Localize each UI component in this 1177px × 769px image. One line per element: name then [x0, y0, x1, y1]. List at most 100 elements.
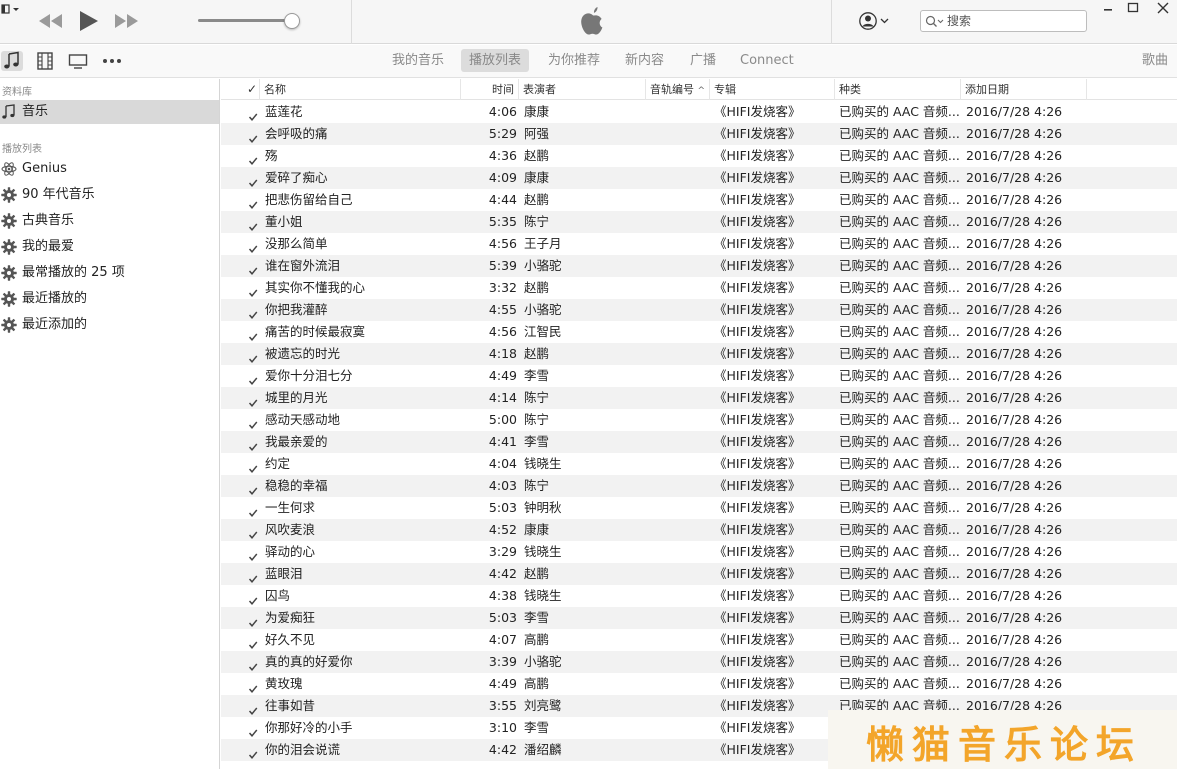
song-checkbox[interactable] [248, 503, 258, 517]
song-checkbox[interactable] [248, 569, 258, 583]
table-row[interactable]: 董小姐 5:35 陈宁 《HIFI发烧客》 已购买的 AAC 音频... 2016/7/2… [221, 211, 1177, 233]
tab-for-you[interactable]: 为你推荐 [540, 49, 608, 72]
song-checkbox[interactable] [248, 195, 258, 209]
table-row[interactable]: 蓝莲花 4:06 康康 《HIFI发烧客》 已购买的 AAC 音频... 2016/7/2… [221, 101, 1177, 123]
minimize-icon[interactable] [1101, 2, 1115, 14]
column-header-name[interactable]: 名称 [260, 79, 461, 100]
smart-playlist-gear-icon [1, 213, 17, 229]
table-row[interactable]: 好久不见 4:07 高鹏 《HIFI发烧客》 已购买的 AAC 音频... 2016/7/… [221, 629, 1177, 651]
song-checkbox[interactable] [248, 239, 258, 253]
table-row[interactable]: 我最亲爱的 4:41 李雪 《HIFI发烧客》 已购买的 AAC 音频... 2016/7… [221, 431, 1177, 453]
song-checkbox[interactable] [248, 129, 258, 143]
song-checkbox[interactable] [248, 107, 258, 121]
song-checkbox[interactable] [248, 745, 258, 759]
sidebar-item-playlist[interactable]: 最近播放的 [0, 287, 219, 311]
volume-slider[interactable] [198, 19, 291, 22]
song-genre: 已购买的 AAC 音频... [839, 500, 959, 515]
tab-new[interactable]: 新内容 [617, 49, 672, 72]
table-row[interactable]: 爱碎了痴心 4:09 康康 《HIFI发烧客》 已购买的 AAC 音频... 2016/7… [221, 167, 1177, 189]
account-icon[interactable] [858, 11, 892, 31]
view-selector[interactable]: 歌曲 [1142, 49, 1168, 72]
play-icon[interactable] [77, 9, 101, 33]
search-box[interactable] [920, 10, 1087, 32]
song-checkbox[interactable] [248, 173, 258, 187]
next-track-icon[interactable] [113, 9, 141, 33]
table-row[interactable]: 约定 4:04 钱晓生 《HIFI发烧客》 已购买的 AAC 音频... 2016/7/2… [221, 453, 1177, 475]
song-checkbox[interactable] [248, 305, 258, 319]
volume-knob[interactable] [284, 13, 300, 29]
song-checkbox[interactable] [248, 371, 258, 385]
table-row[interactable]: 没那么简单 4:56 王子月 《HIFI发烧客》 已购买的 AAC 音频... 2016/… [221, 233, 1177, 255]
song-checkbox[interactable] [248, 437, 258, 451]
close-icon[interactable] [1156, 2, 1170, 14]
song-checkbox[interactable] [248, 459, 258, 473]
maximize-icon[interactable] [1126, 2, 1140, 14]
table-row[interactable]: 被遗忘的时光 4:18 赵鹏 《HIFI发烧客》 已购买的 AAC 音频... 2016/… [221, 343, 1177, 365]
table-row[interactable]: 谁在窗外流泪 5:39 小骆驼 《HIFI发烧客》 已购买的 AAC 音频... 2016… [221, 255, 1177, 277]
table-row[interactable]: 其实你不懂我的心 3:32 赵鹏 《HIFI发烧客》 已购买的 AAC 音频... 201… [221, 277, 1177, 299]
table-row[interactable]: 痛苦的时候最寂寞 4:56 江智民 《HIFI发烧客》 已购买的 AAC 音频... 20… [221, 321, 1177, 343]
song-album: 《HIFI发烧客》 [714, 654, 801, 669]
movies-icon[interactable] [34, 51, 56, 71]
table-row[interactable]: 你把我灌醉 4:55 小骆驼 《HIFI发烧客》 已购买的 AAC 音频... 2016/… [221, 299, 1177, 321]
tab-playlists[interactable]: 播放列表 [461, 49, 530, 72]
song-checkbox[interactable] [248, 635, 258, 649]
song-checkbox[interactable] [248, 547, 258, 561]
table-row[interactable]: 真的真的好爱你 3:39 小骆驼 《HIFI发烧客》 已购买的 AAC 音频... 201… [221, 651, 1177, 673]
song-checkbox[interactable] [248, 151, 258, 165]
table-row[interactable]: 囚鸟 4:38 钱晓生 《HIFI发烧客》 已购买的 AAC 音频... 2016/7/2… [221, 585, 1177, 607]
column-header-genre[interactable]: 种类 [835, 79, 961, 100]
table-row[interactable]: 稳稳的幸福 4:03 陈宁 《HIFI发烧客》 已购买的 AAC 音频... 2016/7… [221, 475, 1177, 497]
song-checkbox[interactable] [248, 283, 258, 297]
sidebar-item-playlist[interactable]: 最常播放的 25 项 [0, 261, 219, 285]
table-row[interactable]: 风吹麦浪 4:52 康康 《HIFI发烧客》 已购买的 AAC 音频... 2016/7/… [221, 519, 1177, 541]
song-checkbox[interactable] [248, 415, 258, 429]
table-row[interactable]: 驿动的心 3:29 钱晓生 《HIFI发烧客》 已购买的 AAC 音频... 2016/7… [221, 541, 1177, 563]
table-row[interactable]: 蓝眼泪 4:42 赵鹏 《HIFI发烧客》 已购买的 AAC 音频... 2016/7/2… [221, 563, 1177, 585]
sidebar-item-playlist[interactable]: 我的最爱 [0, 235, 219, 259]
column-header-time[interactable]: 时间 [461, 79, 519, 100]
music-icon[interactable] [1, 51, 23, 71]
column-header-album[interactable]: 专辑 [710, 79, 835, 100]
song-checkbox[interactable] [248, 591, 258, 605]
tab-my-music[interactable]: 我的音乐 [384, 49, 452, 72]
more-icon[interactable] [101, 51, 123, 71]
song-checkbox[interactable] [248, 701, 258, 715]
table-row[interactable]: 殇 4:36 赵鹏 《HIFI发烧客》 已购买的 AAC 音频... 2016/7/28 … [221, 145, 1177, 167]
song-checkbox[interactable] [248, 525, 258, 539]
song-checkbox[interactable] [248, 657, 258, 671]
table-row[interactable]: 会呼吸的痛 5:29 阿强 《HIFI发烧客》 已购买的 AAC 音频... 2016/7… [221, 123, 1177, 145]
table-row[interactable]: 为爱痴狂 5:03 李雪 《HIFI发烧客》 已购买的 AAC 音频... 2016/7/… [221, 607, 1177, 629]
tab-radio[interactable]: 广播 [682, 49, 724, 72]
column-header-check[interactable]: ✓ [244, 79, 260, 100]
table-row[interactable]: 感动天感动地 5:00 陈宁 《HIFI发烧客》 已购买的 AAC 音频... 2016/… [221, 409, 1177, 431]
table-row[interactable]: 城里的月光 4:14 陈宁 《HIFI发烧客》 已购买的 AAC 音频... 2016/7… [221, 387, 1177, 409]
song-checkbox[interactable] [248, 613, 258, 627]
song-checkbox[interactable] [248, 217, 258, 231]
song-checkbox[interactable] [248, 393, 258, 407]
song-name: 被遗忘的时光 [265, 346, 341, 361]
table-row[interactable]: 把悲伤留给自己 4:44 赵鹏 《HIFI发烧客》 已购买的 AAC 音频... 2016… [221, 189, 1177, 211]
sidebar-item-playlist[interactable]: 90 年代音乐 [0, 183, 219, 207]
sidebar-item-genius[interactable]: Genius [0, 157, 219, 181]
tv-icon[interactable] [67, 51, 89, 71]
column-header-artist[interactable]: 表演者 [519, 79, 646, 100]
column-header-track-number[interactable]: 音轨编号 ^ [646, 79, 710, 100]
previous-track-icon[interactable] [36, 9, 64, 33]
song-checkbox[interactable] [248, 679, 258, 693]
sidebar-item-music[interactable]: 音乐 [0, 100, 219, 124]
table-row[interactable]: 一生何求 5:03 钟明秋 《HIFI发烧客》 已购买的 AAC 音频... 2016/7… [221, 497, 1177, 519]
column-header-date-added[interactable]: 添加日期 [961, 79, 1087, 100]
song-checkbox[interactable] [248, 723, 258, 737]
song-checkbox[interactable] [248, 481, 258, 495]
song-checkbox[interactable] [248, 261, 258, 275]
table-row[interactable]: 黄玫瑰 4:49 高鹏 《HIFI发烧客》 已购买的 AAC 音频... 2016/7/2… [221, 673, 1177, 695]
song-checkbox[interactable] [248, 327, 258, 341]
song-checkbox[interactable] [248, 349, 258, 363]
sidebar-item-playlist[interactable]: 古典音乐 [0, 209, 219, 233]
search-input[interactable] [947, 13, 1083, 29]
tab-connect[interactable]: Connect [732, 49, 802, 72]
menu-icon[interactable] [1, 3, 21, 17]
table-row[interactable]: 爱你十分泪七分 4:49 李雪 《HIFI发烧客》 已购买的 AAC 音频... 2016… [221, 365, 1177, 387]
sidebar-item-playlist[interactable]: 最近添加的 [0, 313, 219, 337]
